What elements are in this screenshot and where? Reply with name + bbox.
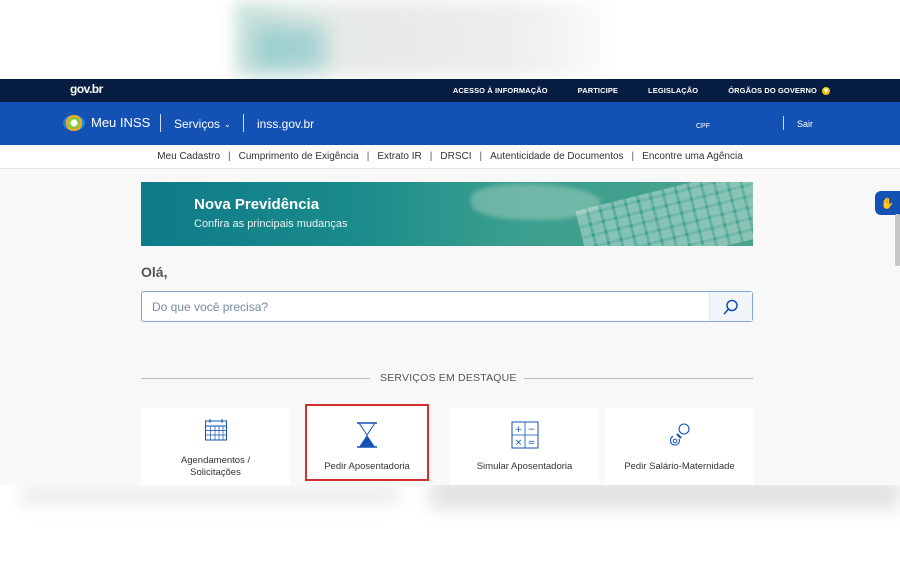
svg-text:+: + <box>514 425 522 435</box>
link-legislacao[interactable]: LEGISLAÇÃO <box>648 86 698 95</box>
nav-extrato-ir[interactable]: Extrato IR <box>369 151 429 162</box>
svg-text:−: − <box>527 425 535 435</box>
secondary-nav: Meu Cadastro | Cumprimento de Exigência … <box>0 145 900 169</box>
hourglass-icon <box>357 422 377 448</box>
logout-button[interactable]: Sair <box>797 119 813 129</box>
service-card-label: Pedir Aposentadoria <box>324 461 410 472</box>
service-card-salario-maternidade[interactable]: Pedir Salário-Maternidade <box>605 408 754 485</box>
section-divider <box>141 378 370 379</box>
featured-services-title: SERVIÇOS EM DESTAQUE <box>380 372 517 384</box>
nav-drsci[interactable]: DRSCI <box>432 151 479 162</box>
services-label: Serviços <box>174 117 221 131</box>
chevron-down-icon: ⌄ <box>224 119 231 129</box>
nav-cumprimento-exigencia[interactable]: Cumprimento de Exigência <box>231 151 367 162</box>
service-card-label: Agendamentos / Solicitações <box>180 455 251 478</box>
chevron-down-icon: ▼ <box>822 85 830 95</box>
greeting: Olá, <box>141 264 168 280</box>
top-links: ACESSO À INFORMAÇÃO PARTICIPE LEGISLAÇÃO… <box>453 79 830 102</box>
sign-language-widget-icon[interactable]: ✋ <box>875 191 900 215</box>
header-divider <box>243 114 244 132</box>
blurred-photo-top <box>0 0 900 79</box>
service-card-label: Simular Aposentadoria <box>476 461 573 472</box>
inss-logo-icon[interactable] <box>63 115 85 131</box>
orgaos-label: ÓRGÃOS DO GOVERNO <box>728 86 817 95</box>
header-divider <box>160 114 161 132</box>
inss-site-link[interactable]: inss.gov.br <box>257 117 314 131</box>
search-input[interactable]: Do que você precisa? <box>152 300 268 314</box>
cpf-label: CPF <box>696 123 710 130</box>
service-card-agendamentos[interactable]: Agendamentos / Solicitações <box>141 408 290 485</box>
nav-meu-cadastro[interactable]: Meu Cadastro <box>149 151 228 162</box>
nav-autenticidade-documentos[interactable]: Autenticidade de Documentos <box>482 151 631 162</box>
service-card-label: Pedir Salário-Maternidade <box>624 461 735 472</box>
search-icon <box>723 299 738 314</box>
header-divider <box>783 116 784 130</box>
search-button[interactable] <box>709 292 752 321</box>
link-orgaos-governo[interactable]: ÓRGÃOS DO GOVERNO ▼ <box>728 86 830 95</box>
svg-text:=: = <box>527 438 535 448</box>
brand-title[interactable]: Meu INSS <box>91 115 150 130</box>
search-box[interactable]: Do que você precisa? <box>141 291 753 322</box>
blurred-photo-bottom <box>0 485 900 563</box>
gov-br-logo[interactable]: gov.br <box>70 82 103 96</box>
banner-subtitle: Confira as principais mudanças <box>194 218 348 230</box>
link-acesso-informacao[interactable]: ACESSO À INFORMAÇÃO <box>453 86 548 95</box>
calendar-icon <box>204 419 227 441</box>
scrollbar-thumb[interactable] <box>895 214 900 266</box>
service-card-pedir-aposentadoria[interactable]: Pedir Aposentadoria <box>305 404 429 481</box>
calculator-icon: + − × = <box>511 421 538 449</box>
promo-banner[interactable]: Nova Previdência Confira as principais m… <box>141 182 753 246</box>
svg-text:×: × <box>514 438 522 448</box>
banner-title: Nova Previdência <box>194 196 320 213</box>
services-menu[interactable]: Serviços ⌄ <box>174 117 231 131</box>
main-content: Nova Previdência Confira as principais m… <box>0 169 900 485</box>
site-header: Meu INSS Serviços ⌄ inss.gov.br CPF Sair <box>0 102 900 145</box>
gov-top-bar: gov.br ACESSO À INFORMAÇÃO PARTICIPE LEG… <box>0 79 900 102</box>
service-card-simular-aposentadoria[interactable]: + − × = Simular Aposentadoria <box>450 408 599 485</box>
pacifier-icon <box>669 423 690 446</box>
nav-encontre-agencia[interactable]: Encontre uma Agência <box>634 151 751 162</box>
link-participe[interactable]: PARTICIPE <box>578 86 618 95</box>
section-divider <box>524 378 753 379</box>
